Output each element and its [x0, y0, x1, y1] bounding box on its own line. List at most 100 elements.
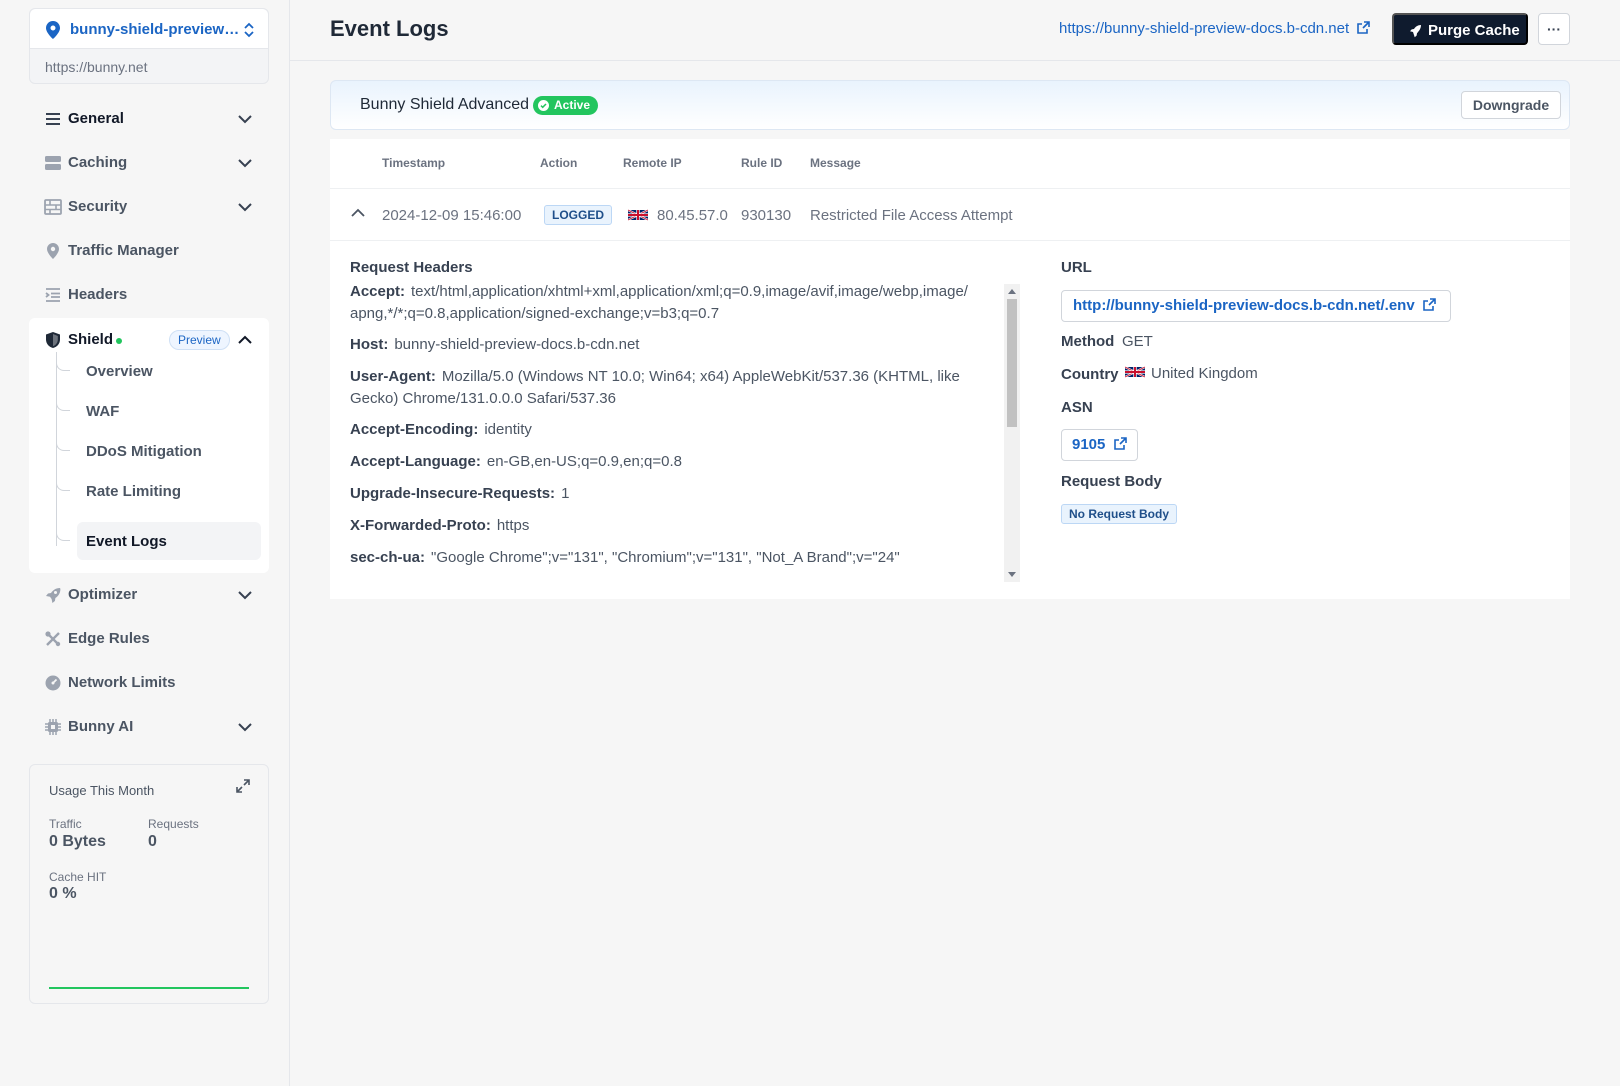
usage-requests-value: 0	[148, 833, 157, 850]
nav-network-limits[interactable]: Network Limits	[44, 668, 264, 698]
header-accept-language: Accept-Language: en-GB,en-US;q=0.9,en;q=0…	[350, 451, 972, 473]
expand-icon[interactable]	[236, 779, 250, 793]
nav-network-limits-label: Network Limits	[68, 674, 176, 691]
firewall-icon	[44, 199, 62, 215]
header-host: Host: bunny-shield-preview-docs.b-cdn.net	[350, 334, 972, 356]
nav-shield[interactable]: Shield	[44, 325, 264, 355]
header-upgrade-insecure-requests: Upgrade-Insecure-Requests: 1	[350, 483, 972, 505]
plan-banner: Bunny Shield Advanced Active Downgrade	[330, 80, 1570, 130]
usage-requests-label: Requests	[148, 817, 199, 831]
request-url-link[interactable]: http://bunny-shield-preview-docs.b-cdn.n…	[1061, 290, 1451, 322]
method-value: GET	[1122, 333, 1153, 350]
zone-selector[interactable]: bunny-shield-preview-docs https://bunny.…	[29, 8, 269, 84]
shield-item-event-logs[interactable]: Event Logs	[56, 522, 261, 560]
usage-cache-label: Cache HIT	[49, 870, 107, 884]
nav-traffic-manager[interactable]: Traffic Manager	[44, 236, 264, 266]
row-remote-ip: 80.45.57.0	[657, 207, 728, 224]
column-header-message[interactable]: Message	[810, 156, 861, 170]
shield-item-waf[interactable]: WAF	[56, 392, 261, 430]
nav-edge-rules[interactable]: Edge Rules	[44, 624, 264, 654]
tree-branch	[56, 352, 70, 371]
map-pin-icon	[47, 243, 59, 259]
header-value: identity	[484, 421, 532, 438]
chevron-down-icon[interactable]	[237, 588, 253, 602]
check-circle-icon	[538, 100, 549, 111]
nav-optimizer[interactable]: Optimizer	[44, 580, 264, 610]
country-value: United Kingdom	[1151, 365, 1258, 382]
scroll-down-arrow[interactable]	[1008, 572, 1016, 577]
nav-traffic-manager-label: Traffic Manager	[68, 242, 179, 259]
chevron-up-icon[interactable]	[350, 207, 366, 219]
header-key: Host:	[350, 336, 389, 353]
asn-label: ASN	[1061, 399, 1093, 416]
switch-icon[interactable]	[242, 22, 256, 38]
tree-branch	[56, 522, 70, 541]
row-timestamp: 2024-12-09 15:46:00	[382, 207, 522, 224]
tree-branch	[56, 432, 70, 451]
active-badge: Active	[533, 96, 599, 115]
tree-branch	[56, 392, 70, 411]
scrollbar-thumb[interactable]	[1007, 299, 1017, 427]
page-title: Event Logs	[330, 16, 449, 41]
nav-security[interactable]: Security	[44, 192, 264, 222]
chip-icon	[45, 719, 61, 735]
column-header-action[interactable]: Action	[540, 156, 577, 170]
header-key: Accept-Language:	[350, 453, 481, 470]
header-divider	[290, 60, 1620, 61]
shield-icon	[46, 332, 60, 348]
column-header-timestamp[interactable]: Timestamp	[382, 156, 445, 170]
header-accept: Accept: text/html,application/xhtml+xml,a…	[350, 281, 972, 325]
column-header-remote-ip[interactable]: Remote IP	[623, 156, 682, 170]
external-link-icon	[1357, 21, 1371, 34]
nav-shield-label: Shield	[68, 331, 114, 348]
scroll-up-arrow[interactable]	[1008, 289, 1016, 294]
zone-url: https://bunny.net	[45, 59, 148, 75]
event-log-table: Timestamp Action Remote IP Rule ID Messa…	[330, 139, 1570, 599]
nav-caching[interactable]: Caching	[44, 148, 264, 178]
shield-item-ddos-mitigation[interactable]: DDoS Mitigation	[56, 432, 261, 470]
downgrade-button[interactable]: Downgrade	[1461, 91, 1561, 119]
purge-cache-button[interactable]: Purge Cache	[1392, 13, 1528, 45]
header-accept-encoding: Accept-Encoding: identity	[350, 419, 972, 441]
more-options-button[interactable]: ···	[1538, 13, 1570, 45]
usage-traffic-value: 0 Bytes	[49, 833, 106, 850]
header-key: Accept:	[350, 283, 406, 300]
header-user-agent: User-Agent: Mozilla/5.0 (Windows NT 10.0;…	[350, 366, 972, 410]
chevron-down-icon[interactable]	[237, 720, 253, 734]
country-label: Country	[1061, 366, 1119, 383]
docs-link[interactable]: https://bunny-shield-preview-docs.b-cdn.…	[1059, 20, 1371, 37]
shield-section: Shield Preview Overview WAF DDoS Mitigat…	[29, 318, 269, 573]
chevron-down-icon[interactable]	[237, 112, 253, 126]
shield-item-label: Overview	[86, 363, 153, 380]
gauge-icon	[45, 675, 61, 691]
usage-traffic-label: Traffic	[49, 817, 82, 831]
request-url-text: http://bunny-shield-preview-docs.b-cdn.n…	[1073, 297, 1415, 314]
chevron-up-icon[interactable]	[237, 333, 253, 347]
shield-item-label: DDoS Mitigation	[86, 443, 202, 460]
nav-headers[interactable]: Headers	[44, 280, 264, 310]
asn-value: 9105	[1072, 436, 1106, 453]
column-header-rule-id[interactable]: Rule ID	[741, 156, 782, 170]
nav-general[interactable]: General	[44, 104, 264, 134]
header-key: Accept-Encoding:	[350, 421, 479, 438]
asn-link[interactable]: 9105	[1061, 429, 1138, 461]
chevron-down-icon[interactable]	[237, 156, 253, 170]
external-link-icon	[1113, 437, 1127, 450]
request-headers-list[interactable]: Accept: text/html,application/xhtml+xml,a…	[350, 281, 1000, 581]
server-icon	[45, 156, 61, 170]
nav-caching-label: Caching	[68, 154, 128, 171]
nav-bunny-ai[interactable]: Bunny AI	[44, 712, 264, 742]
plan-name: Bunny Shield Advanced	[360, 96, 530, 113]
active-badge-label: Active	[554, 98, 591, 112]
request-body-badge: No Request Body	[1061, 504, 1178, 524]
usage-cache-value: 0 %	[49, 885, 77, 902]
zone-selector-top[interactable]: bunny-shield-preview-docs	[30, 9, 268, 49]
headers-scrollbar[interactable]	[1004, 284, 1020, 582]
tools-icon	[45, 631, 61, 647]
shield-item-rate-limiting[interactable]: Rate Limiting	[56, 472, 261, 510]
chevron-down-icon[interactable]	[237, 200, 253, 214]
tree-branch	[56, 472, 70, 491]
request-headers-title: Request Headers	[350, 259, 473, 276]
header-key: sec-ch-ua:	[350, 549, 426, 566]
shield-item-overview[interactable]: Overview	[56, 352, 261, 390]
